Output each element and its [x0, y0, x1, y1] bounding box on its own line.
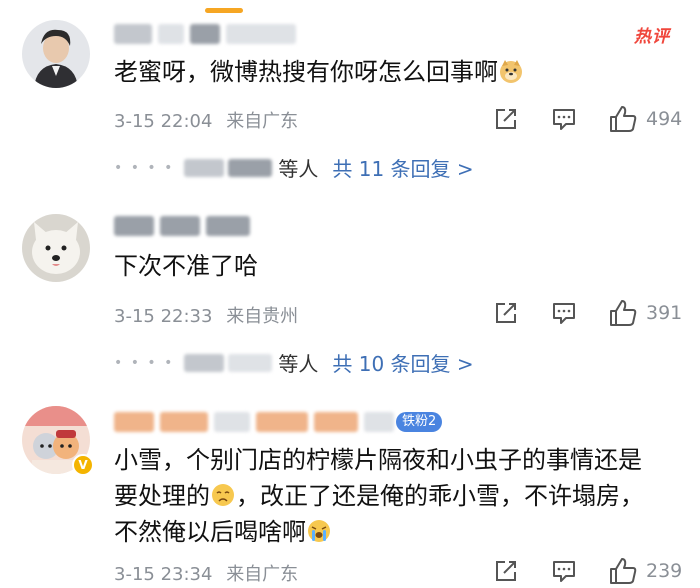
dots-separator: • • • •: [114, 159, 175, 176]
share-icon[interactable]: [492, 105, 520, 133]
like-icon[interactable]: [608, 298, 638, 328]
comment-text-line: 小雪，个别门店的柠檬片隔夜和小虫子的事情还是: [114, 446, 642, 474]
comment-text: 下次不准了哈: [114, 252, 258, 280]
comment-text: 老蜜呀，微博热搜有你呀怎么回事啊: [114, 54, 674, 90]
reply-user-blurred: [184, 158, 225, 177]
like-count: 239: [646, 560, 683, 582]
scroll-accent-bar: [205, 8, 243, 13]
comment-location: 来自广东: [226, 564, 299, 585]
like-icon[interactable]: [608, 104, 638, 134]
comment-meta: 3-15 22:33 来自贵州: [114, 302, 298, 328]
avatar[interactable]: [22, 20, 90, 88]
comment-icon[interactable]: [550, 105, 578, 133]
hot-comments-tag: 热评: [634, 27, 670, 47]
like-count: 494: [646, 108, 683, 130]
comment-actions: 494: [492, 104, 682, 134]
avatar[interactable]: [22, 214, 90, 282]
replies-row[interactable]: • • • • 等人 共 11 条回复 >: [114, 153, 474, 182]
comment-time: 3-15 23:34: [114, 564, 213, 585]
username-blurred[interactable]: [114, 410, 394, 434]
comment-time: 3-15 22:33: [114, 306, 213, 327]
comment-icon[interactable]: [550, 557, 578, 585]
comment-location: 来自贵州: [226, 306, 299, 327]
reply-user-blurred: [184, 353, 225, 372]
fan-level-badge: 铁粉2: [396, 412, 443, 432]
comment-meta: 3-15 22:04 来自广东: [114, 107, 298, 133]
username-blurred[interactable]: [114, 214, 250, 238]
replies-who: 等人: [278, 352, 319, 376]
comment-location: 来自广东: [226, 111, 299, 132]
reply-user-blurred: [228, 158, 273, 177]
like-count: 391: [646, 302, 683, 324]
like-icon[interactable]: [608, 556, 638, 586]
comment-text: 小雪，个别门店的柠檬片隔夜和小虫子的事情还是 要处理的 ，改正了还是俺的乖小雪，不…: [114, 442, 674, 550]
comment-actions: 391: [492, 298, 682, 328]
crying-face-emoji-icon: [308, 520, 330, 542]
comment-actions: 239: [492, 556, 682, 586]
replies-row[interactable]: • • • • 等人 共 10 条回复 >: [114, 348, 474, 377]
comment-text-line: 要处理的 ，改正了还是俺的乖小雪，不许塌房，: [114, 482, 644, 510]
comment-icon[interactable]: [550, 299, 578, 327]
comment-meta: 3-15 23:34 来自广东: [114, 560, 298, 586]
dots-separator: • • • •: [114, 354, 175, 371]
share-icon[interactable]: [492, 557, 520, 585]
comment-time: 3-15 22:04: [114, 111, 213, 132]
sad-face-emoji-icon: [212, 484, 234, 506]
replies-who: 等人: [278, 157, 319, 181]
view-replies-link[interactable]: 共 10 条回复 >: [332, 348, 473, 377]
verified-badge: V: [72, 454, 94, 476]
username-blurred[interactable]: [114, 22, 296, 46]
view-replies-link[interactable]: 共 11 条回复 >: [332, 153, 473, 182]
comment-text-line: 不然俺以后喝啥啊: [114, 514, 674, 550]
reply-user-blurred: [228, 353, 273, 372]
doge-emoji-icon: [500, 60, 522, 83]
share-icon[interactable]: [492, 299, 520, 327]
